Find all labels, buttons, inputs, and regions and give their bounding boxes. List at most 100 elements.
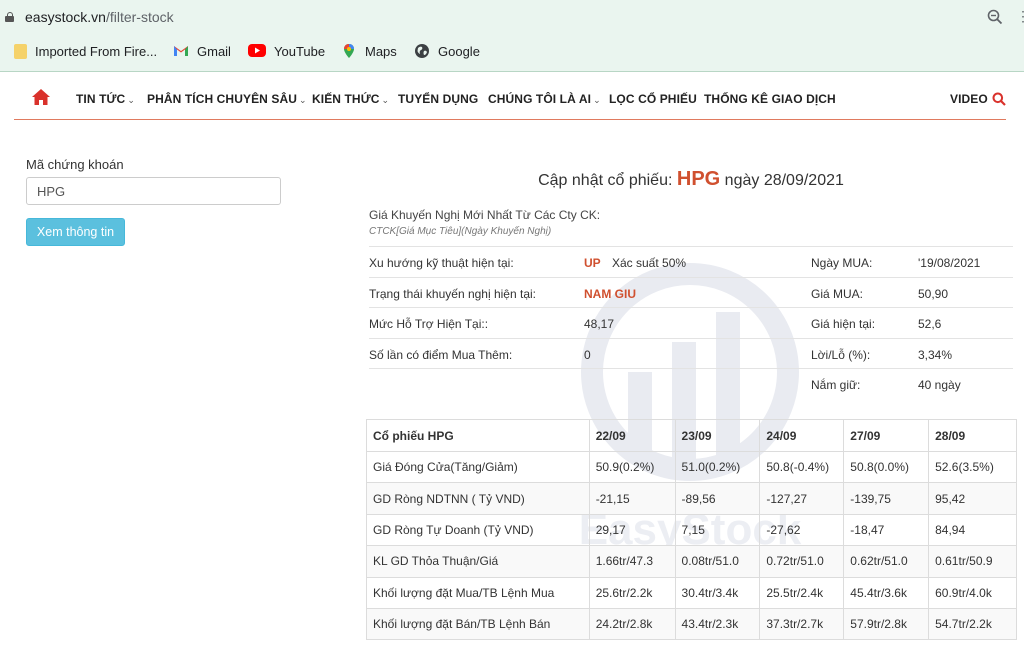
table-cell: KL GD Thỏa Thuận/Giá: [366, 545, 590, 578]
table-cell: 0.72tr/51.0: [759, 545, 845, 578]
bookmark-imported[interactable]: Imported From Fire...: [14, 42, 157, 60]
table-row: Khối lượng đặt Mua/TB Lệnh Mua 25.6tr/2.…: [366, 576, 1017, 609]
table-cell: 50.8(-0.4%): [759, 450, 845, 484]
info-value: 0: [584, 347, 591, 362]
chevron-down-icon: ⌄: [381, 95, 390, 105]
table-cell: -89,56: [674, 482, 761, 515]
info-label: Mức Hỗ Trợ Hiện Tại::: [369, 317, 489, 332]
bookmark-youtube[interactable]: YouTube: [248, 42, 325, 60]
maps-icon: [344, 44, 354, 58]
table-cell: GD Ròng Tự Doanh (Tỷ VND): [366, 513, 590, 547]
lock-icon[interactable]: [5, 12, 14, 22]
nav-video[interactable]: VIDEO: [950, 92, 988, 106]
info-label: Trạng thái khuyến nghị hiện tại:: [369, 286, 536, 301]
nav-label: TUYỂN DỤNG: [398, 92, 479, 106]
trend-value: UP: [584, 256, 601, 270]
browser-chrome: easystock.vn/filter-stock ⋮ Imported Fro…: [0, 0, 1024, 72]
table-cell: 0.61tr/50.9: [928, 545, 1017, 578]
info-label: Xu hướng kỹ thuật hiện tại:: [369, 256, 514, 270]
table-cell: 50.8(0.0%): [843, 450, 930, 484]
nav-label: PHÂN TÍCH CHUYÊN SÂU: [147, 92, 298, 106]
status-value: NAM GIU: [584, 286, 636, 301]
table-cell: 84,94: [928, 513, 1017, 547]
table-row: Giá Đóng Cửa(Tăng/Giảm) 50.9(0.2%) 51.0(…: [366, 450, 1017, 484]
table-cell: Giá Đóng Cửa(Tăng/Giảm): [366, 450, 590, 484]
info-right-label: Lời/Lỗ (%):: [811, 347, 871, 362]
view-info-button[interactable]: Xem thông tin: [26, 218, 125, 246]
table-cell: -27,62: [759, 513, 845, 547]
stock-code-input[interactable]: [26, 177, 281, 205]
nav-kien-thuc[interactable]: KIẾN THỨC ⌄: [312, 92, 389, 106]
info-row: Nắm giữ: 40 ngày: [369, 368, 1013, 399]
nav-label: LỌC CỔ PHIẾU: [609, 92, 697, 106]
address-bar[interactable]: easystock.vn/filter-stock ⋮: [0, 0, 1024, 34]
table-cell: 54.7tr/2.2k: [928, 607, 1017, 641]
bookmark-maps[interactable]: Maps: [341, 42, 397, 60]
nav-tuyen-dung[interactable]: TUYỂN DỤNG: [398, 92, 478, 106]
gmail-icon: [174, 46, 188, 56]
table-cell: Khối lượng đặt Mua/TB Lệnh Mua: [366, 576, 590, 609]
url-path: /filter-stock: [105, 9, 174, 25]
info-right-label: Ngày MUA:: [811, 256, 873, 270]
stock-info-panel: Xu hướng kỹ thuật hiện tại: UP Xác suất …: [369, 246, 1013, 399]
youtube-icon: [248, 44, 266, 57]
bookmark-label: Imported From Fire...: [35, 43, 158, 59]
table-cell: -21,15: [588, 482, 676, 515]
browser-menu-icon[interactable]: ⋮: [1016, 8, 1024, 25]
table-cell: 45.4tr/3.6k: [843, 576, 930, 609]
title-symbol: HPG: [676, 168, 721, 190]
info-right-value: 52,6: [918, 317, 942, 332]
table-cell: 51.0(0.2%): [674, 450, 761, 484]
table-cell: 25.5tr/2.4k: [759, 576, 845, 609]
bookmark-label: Gmail: [197, 43, 231, 59]
bookmark-gmail[interactable]: Gmail: [173, 42, 231, 60]
search-icon[interactable]: [992, 92, 1006, 106]
nav-loc-co-phieu[interactable]: LỌC CỔ PHIẾU: [609, 92, 697, 106]
table-row: GD Ròng Tự Doanh (Tỷ VND) 29,17 7,15 -27…: [366, 513, 1017, 547]
recommendation-subheading: CTCK[Giá Mục Tiêu](Ngày Khuyến Nghị): [369, 226, 552, 237]
table-cell: 57.9tr/2.8k: [843, 607, 930, 641]
title-date: ngày 28/09/2021: [724, 172, 844, 189]
table-cell: 37.3tr/2.7k: [759, 607, 845, 641]
nav-thong-ke[interactable]: THỐNG KÊ GIAO DỊCH: [704, 92, 836, 106]
url-text[interactable]: easystock.vn/filter-stock: [25, 9, 174, 25]
info-row: Mức Hỗ Trợ Hiện Tại:: 48,17 Giá hiện tại…: [369, 307, 1013, 338]
table-header: 27/09: [843, 419, 930, 452]
table-cell: 29,17: [588, 513, 676, 547]
info-row: Xu hướng kỹ thuật hiện tại: UP Xác suất …: [369, 246, 1013, 277]
table-cell: 60.9tr/4.0k: [928, 576, 1017, 609]
stock-data-table: Cổ phiếu HPG 22/09 23/09 24/09 27/09 28/…: [366, 419, 1017, 641]
table-cell: -18,47: [843, 513, 930, 547]
nav-label: TIN TỨC: [76, 92, 126, 106]
table-row: GD Ròng NDTNN ( Tỷ VND) -21,15 -89,56 -1…: [366, 482, 1017, 515]
home-icon[interactable]: [31, 88, 51, 106]
info-right-label: Giá MUA:: [811, 286, 864, 301]
stock-code-label: Mã chứng khoán: [26, 157, 124, 172]
table-cell: Khối lượng đặt Bán/TB Lệnh Bán: [366, 607, 590, 641]
info-right-value: 40 ngày: [918, 378, 961, 393]
chrome-divider: [0, 71, 1024, 72]
nav-phan-tich[interactable]: PHÂN TÍCH CHUYÊN SÂU ⌄: [147, 92, 307, 106]
table-cell: 1.66tr/47.3: [588, 545, 676, 578]
table-cell: 24.2tr/2.8k: [588, 607, 676, 641]
nav-chung-toi[interactable]: CHÚNG TÔI LÀ AI ⌄: [488, 92, 601, 106]
table-row: KL GD Thỏa Thuận/Giá 1.66tr/47.3 0.08tr/…: [366, 545, 1017, 578]
info-right-value: '19/08/2021: [918, 256, 981, 270]
probability-value: Xác suất 50%: [612, 256, 687, 270]
table-header: 23/09: [674, 419, 761, 452]
info-right-label: Nắm giữ:: [811, 378, 861, 393]
table-header: 28/09: [928, 419, 1017, 452]
info-right-value: 50,90: [918, 286, 949, 301]
table-header: 24/09: [759, 419, 845, 452]
zoom-icon[interactable]: [987, 9, 1003, 25]
info-label: Số lần có điểm Mua Thêm:: [369, 347, 513, 362]
nav-label: VIDEO: [950, 92, 988, 106]
bookmark-label: Maps: [365, 43, 397, 59]
bookmark-google[interactable]: Google: [414, 42, 480, 60]
page-title: Cập nhật cổ phiếu: HPG ngày 28/09/2021: [369, 168, 1013, 191]
chevron-down-icon: ⌄: [127, 95, 135, 105]
table-cell: 30.4tr/3.4k: [674, 576, 761, 609]
info-row: Trạng thái khuyến nghị hiện tại: NAM GIU…: [369, 276, 1013, 308]
title-prefix: Cập nhật cổ phiếu:: [538, 172, 673, 189]
nav-tin-tuc[interactable]: TIN TỨC ⌄: [76, 92, 135, 106]
